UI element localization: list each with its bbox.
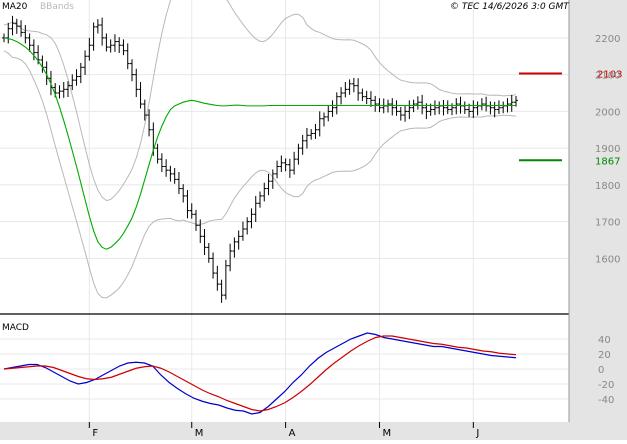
chart-root: 2103 1867 1600 1700 1800 1900 2000 2100 2200 4…: [0, 0, 627, 440]
month-tick-label: M: [195, 428, 204, 439]
macd-title: MACD: [2, 323, 29, 333]
price-tick-label: 2100: [595, 71, 620, 82]
price-tick-label: 1800: [595, 181, 620, 192]
macd-tick-label: -20: [598, 380, 614, 391]
chart-background: [0, 0, 627, 440]
copyright-text: © TEC 14/6/2026 3:0 GMT: [450, 2, 570, 12]
bbands-legend: BBands: [40, 2, 74, 12]
price-tick-label: 2200: [595, 34, 620, 45]
stock-chart-svg: 2103 1867 1600170018001900200021002200 4…: [0, 0, 627, 440]
macd-tick-label: 20: [598, 350, 611, 361]
macd-tick-label: 40: [598, 335, 611, 346]
price-tick-label: 1700: [595, 218, 620, 229]
price-tick-label: 1600: [595, 254, 620, 265]
month-tick-label: F: [92, 428, 98, 439]
price-tick-label: 2000: [595, 107, 620, 118]
macd-tick-label: 0: [598, 365, 604, 376]
macd-tick-label: -40: [598, 395, 614, 406]
month-tick-label: J: [475, 428, 479, 439]
ma20-legend: MA20: [2, 2, 28, 12]
support-label: 1867: [595, 156, 620, 167]
month-tick-label: A: [289, 428, 296, 439]
price-tick-label: 1900: [595, 144, 620, 155]
month-tick-label: M: [382, 428, 391, 439]
